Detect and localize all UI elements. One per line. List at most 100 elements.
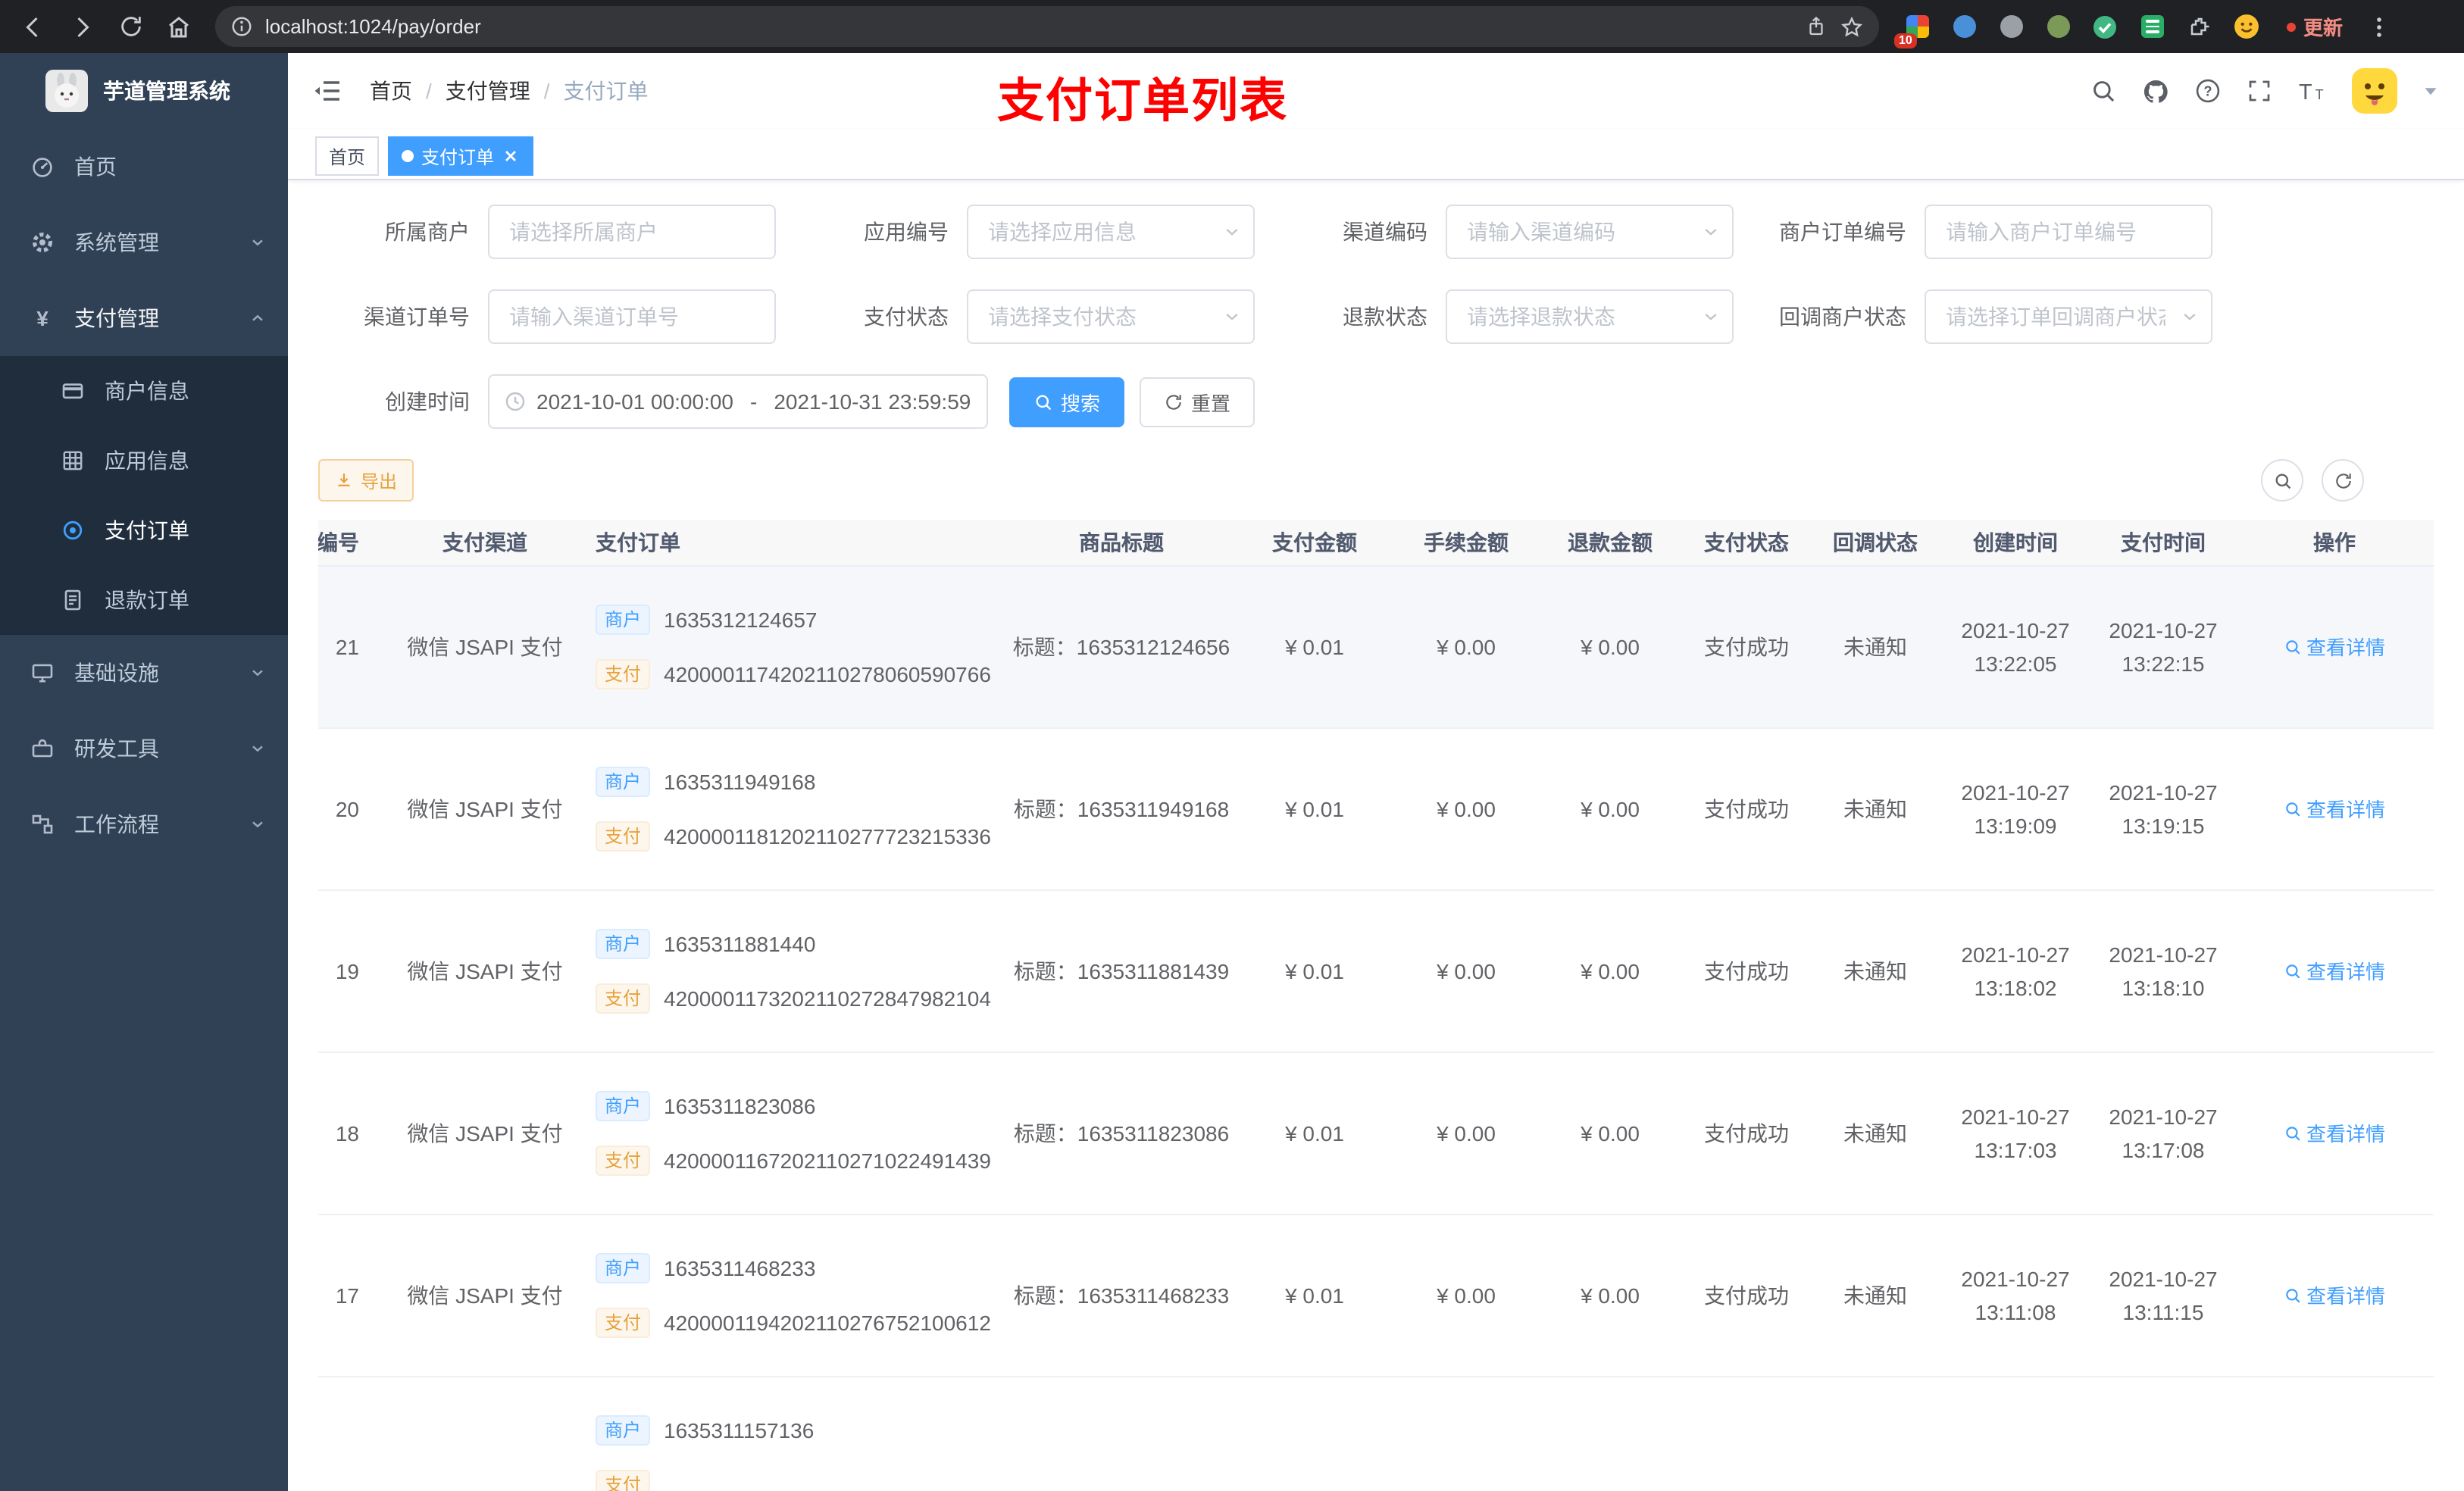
tab-close-icon[interactable] [502, 147, 520, 165]
callback-status-select[interactable] [1925, 289, 2212, 344]
actions-cell: 查看详情 [2235, 889, 2434, 1052]
tab-pay-order[interactable]: 支付订单 [388, 136, 534, 176]
browser-forward-button[interactable] [61, 5, 103, 48]
channel-order-no-input[interactable] [488, 289, 776, 344]
user-avatar[interactable] [2352, 68, 2397, 114]
table-refresh-button[interactable] [2322, 459, 2364, 502]
pay-status [1682, 1376, 1811, 1491]
filter-channel-code-label: 渠道编码 [1343, 220, 1427, 244]
top-navbar: 首页 / 支付管理 / 支付订单 ? TT 支付订单列表 [288, 53, 2464, 129]
sidebar-item-merchant-info[interactable]: 商户信息 [0, 356, 288, 426]
extension-puzzle-icon[interactable]: 10 [1894, 10, 1934, 48]
sidebar-item-infra[interactable]: 基础设施 [0, 635, 288, 711]
pay-status-select[interactable] [967, 289, 1255, 344]
create-time-range-picker[interactable]: 2021-10-01 00:00:00 - 2021-10-31 23:59:5… [488, 374, 988, 429]
hamburger-icon[interactable] [312, 76, 342, 106]
search-icon [1036, 394, 1052, 410]
browser-menu-icon[interactable] [2358, 5, 2400, 48]
pay-order-no: 4200001194202110276752100612 [664, 1310, 991, 1334]
address-bar[interactable]: localhost:1024/pay/order [215, 6, 1879, 47]
browser-back-button[interactable] [12, 5, 55, 48]
pay-time-cell: 2021-10-27 13:11:15 [2109, 1266, 2218, 1324]
fullscreen-icon[interactable] [2246, 77, 2273, 105]
sidebar-item-pay-order[interactable]: 支付订单 [0, 495, 288, 565]
extension-olive-icon[interactable] [2041, 10, 2075, 43]
view-detail-link[interactable]: 查看详情 [2284, 1118, 2385, 1147]
font-size-icon[interactable]: TT [2297, 77, 2328, 105]
view-detail-link[interactable]: 查看详情 [2284, 956, 2385, 985]
share-icon[interactable] [1805, 15, 1828, 38]
channel-code-select[interactable] [1446, 205, 1734, 259]
actions-cell: 查看详情 [2235, 1214, 2434, 1376]
browser-home-button[interactable] [158, 5, 200, 48]
breadcrumb-pay[interactable]: 支付管理 [446, 76, 530, 106]
browser-reload-button[interactable] [109, 5, 152, 48]
pay-time-cell: 2021-10-27 13:22:15 [2109, 617, 2218, 675]
extension-gray-icon[interactable] [1994, 10, 2028, 43]
merchant-order-no-input[interactable] [1925, 205, 2212, 259]
pay-submenu: 商户信息 应用信息 支付订单 退款订单 [0, 356, 288, 635]
refund-amount: ¥ 0.00 [1581, 1283, 1640, 1307]
vue-devtools-icon[interactable] [2088, 10, 2122, 43]
search-icon[interactable] [2090, 77, 2117, 105]
pay-amount [1235, 1376, 1394, 1491]
extension-blue-icon[interactable] [1947, 10, 1981, 43]
menu-label-pay: 支付管理 [74, 306, 159, 330]
pay-order-cell: 商户 1635312124657 支付 42000011742021102780… [583, 565, 1008, 727]
chevron-down-icon [252, 239, 263, 246]
view-detail-link[interactable]: 查看详情 [2284, 1280, 2385, 1309]
pay-channel [386, 1376, 583, 1491]
url-text: localhost:1024/pay/order [265, 15, 481, 38]
create-time-cell: 2021-10-27 13:18:02 [1961, 942, 2070, 999]
extensions-menu-icon[interactable] [2182, 10, 2215, 43]
caret-down-icon[interactable] [2422, 82, 2440, 100]
pay-channel: 微信 JSAPI 支付 [407, 1121, 563, 1145]
pay-amount: ¥ 0.01 [1285, 796, 1344, 821]
browser-update-button[interactable]: 更新 [2287, 12, 2343, 41]
help-icon[interactable]: ? [2194, 77, 2222, 105]
view-detail-link[interactable]: 查看详情 [2284, 794, 2385, 823]
sidebar-menu: 首页 系统管理 ¥ 支付管理 商户信息 应用信息 支付订单 退款订单 基础设施 … [0, 129, 288, 862]
sidebar-item-workflow[interactable]: 工作流程 [0, 786, 288, 862]
reset-button[interactable]: 重置 [1140, 377, 1255, 427]
product-title: 标题：1635311881439 [1013, 958, 1230, 983]
pay-time-cell: 2021-10-27 13:19:15 [2109, 780, 2218, 837]
pay-order-no: 4200001181202110277723215336 [664, 824, 991, 848]
menu-label-dev: 研发工具 [74, 736, 159, 761]
merchant-select[interactable] [488, 205, 776, 259]
app-logo: 芋道管理系统 [0, 53, 288, 129]
refund-status-select[interactable] [1446, 289, 1734, 344]
menu-label-refund: 退款订单 [105, 588, 189, 612]
bookmark-star-icon[interactable] [1840, 14, 1864, 39]
sidebar-item-app-info[interactable]: 应用信息 [0, 426, 288, 495]
site-info-icon[interactable] [230, 15, 253, 38]
github-icon[interactable] [2141, 77, 2170, 105]
create-time-cell: 2021-10-27 13:11:08 [1961, 1266, 2070, 1324]
chevron-up-icon [252, 314, 263, 321]
col-header-callback: 回调状态 [1811, 520, 1940, 566]
sidebar-item-system[interactable]: 系统管理 [0, 205, 288, 280]
hide-search-button[interactable] [2261, 459, 2303, 502]
sidebar-item-devtools[interactable]: 研发工具 [0, 711, 288, 786]
merchant-order-no: 1635311468233 [664, 1255, 816, 1280]
table-row: 17 微信 JSAPI 支付 商户 1635311468233 支付 42000… [318, 1214, 2434, 1376]
filter-pay-status-label: 支付状态 [864, 305, 949, 329]
export-button[interactable]: 导出 [318, 459, 414, 502]
clock-icon [505, 392, 525, 411]
page-content: 所属商户 应用编号 渠道编码 [288, 180, 2464, 1491]
create-time-cell: 2021-10-27 13:19:09 [1961, 780, 2070, 837]
sidebar-item-pay[interactable]: ¥ 支付管理 [0, 280, 288, 356]
breadcrumb-home[interactable]: 首页 [370, 76, 412, 106]
view-detail-link[interactable]: 查看详情 [2284, 632, 2385, 661]
col-header-id: 编号 [318, 520, 386, 566]
sidebar-item-home[interactable]: 首页 [0, 129, 288, 205]
filter-refund-status-label: 退款状态 [1343, 305, 1427, 329]
profile-emoji-icon[interactable] [2229, 10, 2262, 43]
sidebar-item-refund-order[interactable]: 退款订单 [0, 565, 288, 635]
search-button[interactable]: 搜索 [1009, 377, 1125, 427]
filter-app: 应用编号 [797, 205, 1276, 259]
app-select[interactable] [967, 205, 1255, 259]
pay-status: 支付成功 [1704, 796, 1789, 821]
chat-extension-icon[interactable] [2135, 10, 2169, 43]
tab-home[interactable]: 首页 [315, 136, 380, 176]
